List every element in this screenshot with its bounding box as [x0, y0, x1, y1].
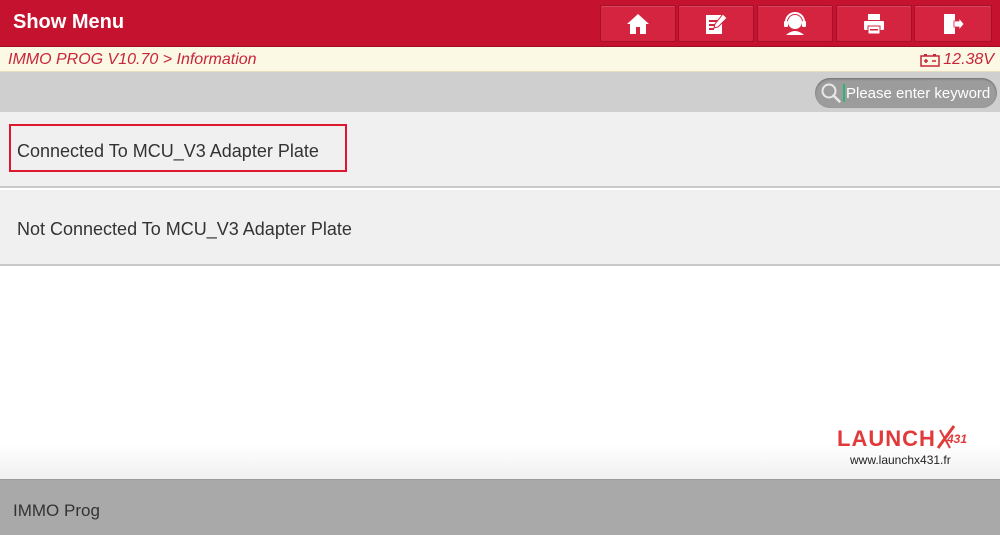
edit-icon	[706, 12, 728, 34]
exit-icon	[944, 13, 965, 34]
list-item-not-connected[interactable]: Not Connected To MCU_V3 Adapter Plate	[0, 190, 1000, 266]
bottom-bar: IMMO Prog	[0, 479, 1000, 535]
search-input[interactable]	[845, 84, 995, 102]
report-button[interactable]	[678, 5, 754, 42]
launch-logo: LAUNCH 431 www.launchx431.fr	[836, 424, 986, 468]
battery-icon	[920, 54, 941, 67]
breadcrumb: IMMO PROG V10.70 > Information 12.38V	[0, 47, 1000, 72]
app-name: IMMO Prog	[13, 501, 100, 520]
voltage-value: 12.38V	[943, 51, 994, 68]
voltage-indicator: 12.38V	[920, 51, 994, 69]
search-bar-row	[0, 72, 1000, 112]
page-title: Show Menu	[13, 11, 125, 33]
exit-button[interactable]	[914, 5, 992, 42]
home-button[interactable]	[600, 5, 676, 42]
app-window: Show Menu IMMO PROG V10.70 > Information…	[0, 0, 1000, 535]
printer-icon	[864, 13, 884, 34]
search-icon	[821, 83, 841, 103]
list-item-connected[interactable]: Connected To MCU_V3 Adapter Plate	[0, 112, 1000, 188]
feedback-button[interactable]	[757, 5, 833, 42]
list-item-label: Not Connected To MCU_V3 Adapter Plate	[17, 219, 352, 239]
logo-brand: LAUNCH	[837, 426, 936, 451]
home-icon	[627, 13, 649, 34]
logo-model: 431	[947, 432, 968, 446]
logo-url: www.launchx431.fr	[850, 453, 951, 467]
top-bar: Show Menu	[0, 0, 1000, 47]
breadcrumb-path: IMMO PROG V10.70 > Information	[8, 51, 257, 68]
print-button[interactable]	[836, 5, 912, 42]
search-box[interactable]	[815, 78, 997, 108]
list-item-label: Connected To MCU_V3 Adapter Plate	[17, 141, 319, 161]
support-icon	[784, 11, 806, 35]
